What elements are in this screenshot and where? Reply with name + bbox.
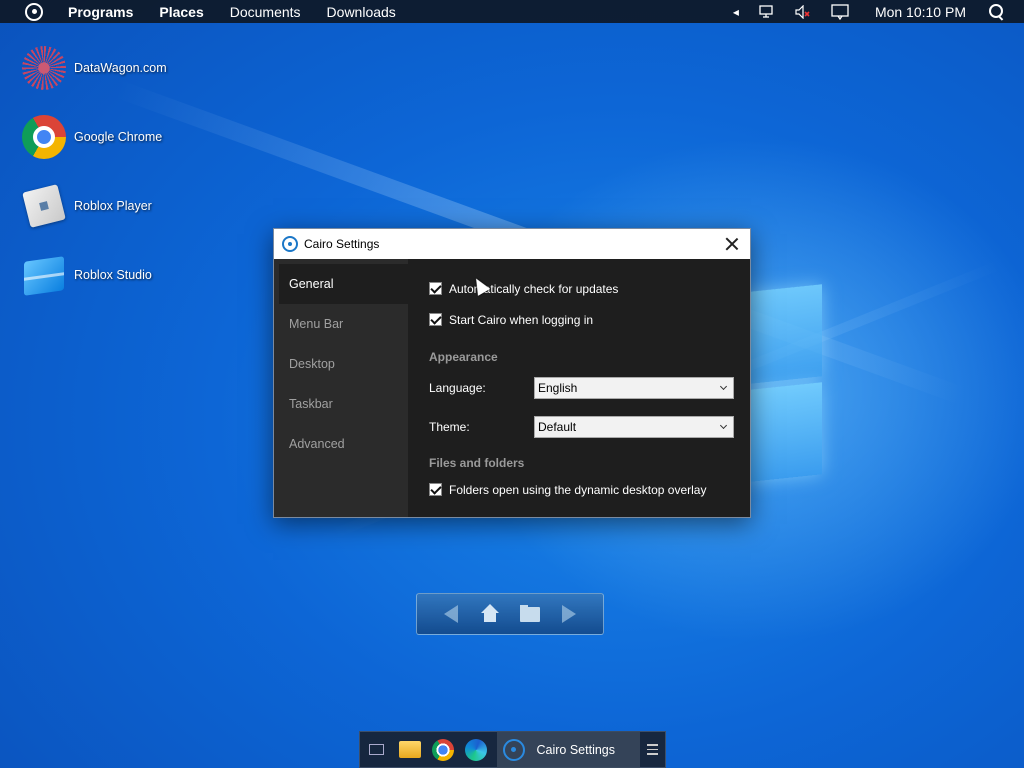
taskbar-item-cairo-settings[interactable]: Cairo Settings — [496, 731, 640, 768]
close-icon[interactable] — [722, 234, 742, 254]
theme-select[interactable]: Default — [534, 415, 734, 438]
home-icon[interactable] — [480, 604, 500, 624]
menu-programs[interactable]: Programs — [68, 4, 133, 20]
theme-value: Default — [538, 419, 577, 434]
windows-logo — [748, 284, 824, 486]
clock[interactable]: Mon 10:10 PM — [875, 4, 966, 20]
back-arrow-icon[interactable] — [441, 604, 461, 624]
action-center-icon[interactable] — [831, 3, 849, 20]
menu-downloads[interactable]: Downloads — [327, 4, 396, 20]
file-explorer-icon[interactable] — [393, 731, 426, 768]
dynamic-overlay-label: Folders open using the dynamic desktop o… — [449, 482, 707, 497]
tab-general[interactable]: General — [279, 264, 408, 304]
desktop-icon-roblox-player[interactable]: Roblox Player — [22, 184, 152, 228]
roblox-studio-icon — [22, 253, 66, 297]
show-desktop-icon[interactable] — [360, 731, 393, 768]
desktop-icon-chrome[interactable]: Google Chrome — [22, 115, 162, 159]
chevron-down-icon — [719, 421, 728, 429]
edge-icon[interactable] — [459, 731, 492, 768]
menu-documents[interactable]: Documents — [230, 4, 301, 20]
forward-arrow-icon[interactable] — [559, 604, 579, 624]
desktop-navigation-toolbar — [416, 593, 604, 635]
taskbar: Cairo Settings — [359, 731, 666, 768]
language-select[interactable]: English — [534, 376, 734, 399]
tab-desktop[interactable]: Desktop — [274, 344, 408, 384]
desktop-icon-roblox-studio[interactable]: Roblox Studio — [22, 253, 152, 297]
menu-bar: Programs Places Documents Downloads ◂ Mo… — [0, 0, 1024, 23]
volume-muted-icon[interactable] — [795, 4, 811, 19]
appearance-heading: Appearance — [429, 350, 498, 364]
start-login-row[interactable]: Start Cairo when logging in — [429, 304, 734, 335]
desktop-icon-label: Roblox Studio — [74, 268, 152, 282]
search-icon[interactable] — [988, 3, 1006, 21]
desktop-icon-label: Google Chrome — [74, 130, 163, 144]
language-label: Language: — [429, 380, 486, 395]
settings-window: Cairo Settings General Menu Bar Desktop … — [273, 228, 751, 518]
auto-update-checkbox[interactable] — [429, 282, 442, 295]
chrome-icon — [22, 115, 66, 159]
cairo-menu-icon[interactable] — [25, 2, 43, 21]
settings-sidebar: General Menu Bar Desktop Taskbar Advance… — [274, 259, 408, 517]
language-value: English — [538, 380, 578, 395]
dynamic-overlay-checkbox[interactable] — [429, 483, 442, 496]
roblox-player-icon — [22, 184, 66, 228]
folder-icon[interactable] — [519, 604, 540, 624]
chevron-down-icon — [719, 382, 728, 390]
settings-content: Automatically check for updates Start Ca… — [408, 259, 750, 517]
start-login-label: Start Cairo when logging in — [449, 312, 594, 327]
desktop-icon-label: DataWagon.com — [74, 61, 167, 75]
taskbar-item-label: Cairo Settings — [536, 742, 616, 757]
cairo-app-icon — [502, 738, 525, 761]
tab-menu-bar[interactable]: Menu Bar — [274, 304, 408, 344]
hamburger-menu-icon[interactable] — [640, 744, 665, 755]
datawagon-icon — [22, 46, 66, 90]
tab-advanced[interactable]: Advanced — [274, 424, 408, 464]
network-icon[interactable] — [759, 4, 775, 19]
files-heading: Files and folders — [429, 456, 525, 470]
tray-expand-icon[interactable]: ◂ — [733, 5, 739, 19]
chrome-icon[interactable] — [426, 731, 459, 768]
cairo-app-icon — [282, 236, 298, 252]
window-titlebar[interactable]: Cairo Settings — [274, 229, 750, 259]
window-title: Cairo Settings — [304, 237, 380, 251]
start-login-checkbox[interactable] — [429, 313, 442, 326]
menu-places[interactable]: Places — [159, 4, 203, 20]
tab-taskbar[interactable]: Taskbar — [274, 384, 408, 424]
theme-label: Theme: — [429, 419, 470, 434]
desktop-icon-label: Roblox Player — [74, 199, 152, 213]
desktop-icon-datawagon[interactable]: DataWagon.com — [22, 46, 167, 90]
dynamic-overlay-row[interactable]: Folders open using the dynamic desktop o… — [429, 474, 734, 505]
